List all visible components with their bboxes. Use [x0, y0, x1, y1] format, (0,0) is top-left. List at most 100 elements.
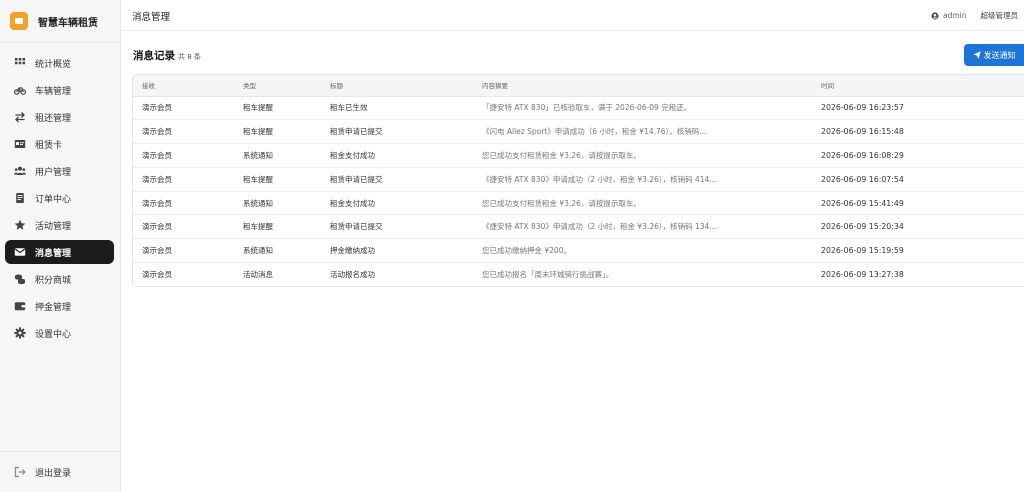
- cell-time: 2026-06-09 16:15:48: [812, 119, 1024, 145]
- table-row[interactable]: 演示会员 系统通知 租金支付成功 您已成功支付租赁租金 ¥3.26，请按提示取车…: [133, 143, 1024, 168]
- table-row[interactable]: 演示会员 租车提醒 租赁申请已提交 《闪电 Allez Sport》申请成功（6…: [133, 119, 1024, 145]
- brand-logo-icon: [10, 12, 28, 30]
- sidebar-item-label: 设置中心: [35, 329, 72, 340]
- logout-label: 退出登录: [35, 468, 72, 479]
- cell-time: 2026-06-09 16:07:54: [812, 167, 1024, 192]
- cell-type: 活动消息: [243, 270, 273, 280]
- cell-summary: 「捷安特 ATX 830」已核验取车，满于 2026-06-09 完租还。: [473, 96, 812, 121]
- cell-summary: 您已成功缴纳押金 ¥200。: [473, 238, 812, 264]
- page-title: 消息管理: [132, 12, 171, 23]
- bicycle-icon: [14, 84, 26, 96]
- record-count: 共 8 条: [178, 53, 201, 61]
- table-row[interactable]: 演示会员 系统通知 押金缴纳成功 您已成功缴纳押金 ¥200。 2026-06-…: [133, 238, 1024, 264]
- cell-summary: 《闪电 Allez Sport》申请成功（6 小时，租金 ¥14.76），核销码…: [473, 119, 812, 145]
- sidebar-item-label: 押金管理: [35, 302, 72, 313]
- cell-receiver: 演示会员: [133, 96, 234, 121]
- sidebar-item-settings[interactable]: 设置中心: [5, 321, 114, 345]
- cell-title: 租赁申请已提交: [321, 119, 473, 145]
- section-header: 消息记录 共 8 条 发送通知: [133, 44, 1024, 68]
- table-row[interactable]: 演示会员 租车提醒 租赁申请已提交 《捷安特 ATX 830》申请成功（2 小时…: [133, 167, 1024, 192]
- send-notification-button[interactable]: 发送通知: [964, 44, 1024, 66]
- sidebar-item-users[interactable]: 用户管理: [5, 159, 114, 183]
- sidebar-item-rental-return[interactable]: 租还管理: [5, 105, 114, 129]
- cell-time: 2026-06-09 15:20:34: [812, 214, 1024, 240]
- user-icon: [931, 11, 939, 20]
- user-info[interactable]: admin 超级管理员: [931, 10, 1018, 21]
- sidebar-item-rental-card[interactable]: 租赁卡: [5, 132, 114, 156]
- cell-receiver: 演示会员: [133, 143, 234, 168]
- table-row[interactable]: 演示会员 活动消息 活动报名成功 您已成功报名「周末环城骑行挑战赛」。 2026…: [133, 263, 1024, 286]
- cell-type: 租车提醒: [234, 119, 321, 145]
- sidebar-item-stats[interactable]: 统计概览: [5, 51, 114, 75]
- cell-time: 2026-06-09 13:27:38: [821, 270, 904, 280]
- cell-time: 2026-06-09 15:41:49: [812, 191, 1024, 216]
- cell-summary: 您已成功支付租赁租金 ¥3.26，请按提示取车。: [473, 191, 812, 216]
- cell-receiver: 演示会员: [133, 119, 234, 145]
- cell-title: 租金支付成功: [321, 143, 473, 168]
- sidebar-item-messages[interactable]: 消息管理: [5, 240, 114, 264]
- cell-receiver: 演示会员: [133, 238, 234, 264]
- envelope-icon: [14, 246, 26, 258]
- cell-title: 租赁申请已提交: [321, 167, 473, 192]
- section-title: 消息记录: [133, 50, 175, 62]
- cell-title: 租金支付成功: [321, 191, 473, 216]
- card-icon: [14, 138, 26, 150]
- sidebar-item-label: 消息管理: [35, 248, 72, 259]
- cell-receiver: 演示会员: [133, 167, 234, 192]
- cell-type: 系统通知: [234, 143, 321, 168]
- cell-receiver: 演示会员: [133, 191, 234, 216]
- messages-table: 接收 类型 标题 内容摘要 时间 演示会员 租车提醒 租车已生效 「捷安特 AT…: [132, 74, 1024, 287]
- cell-type: 系统通知: [234, 238, 321, 264]
- cell-receiver: 演示会员: [142, 270, 172, 280]
- brand-name: 智慧车辆租赁: [38, 17, 98, 29]
- wallet-icon: [14, 300, 26, 312]
- cell-time: 2026-06-09 15:19:59: [812, 238, 1024, 264]
- sidebar-item-label: 积分商城: [35, 275, 72, 286]
- document-icon: [14, 192, 26, 204]
- paper-plane-icon: [972, 51, 981, 59]
- cell-time: 2026-06-09 16:08:29: [812, 143, 1024, 168]
- column-header-time[interactable]: 时间: [812, 75, 1024, 97]
- sidebar-item-activities[interactable]: 活动管理: [5, 213, 114, 237]
- sidebar-item-label: 统计概览: [35, 59, 72, 70]
- sidebar-item-label: 订单中心: [35, 194, 72, 205]
- sidebar: 智慧车辆租赁 统计概览 车辆管理 租还管理 租赁卡 用户管理 订单中心 活动管理…: [0, 0, 121, 492]
- cell-type: 租车提醒: [234, 167, 321, 192]
- sidebar-item-vehicles[interactable]: 车辆管理: [5, 78, 114, 102]
- cell-summary: 您已成功报名「周末环城骑行挑战赛」。: [482, 270, 614, 280]
- cell-type: 租车提醒: [234, 214, 321, 240]
- sidebar-item-label: 活动管理: [35, 221, 72, 232]
- table-header: 接收 类型 标题 内容摘要 时间: [133, 75, 1024, 97]
- column-header-title[interactable]: 标题: [321, 75, 473, 97]
- cell-title: 租赁申请已提交: [321, 214, 473, 240]
- table-row[interactable]: 演示会员 系统通知 租金支付成功 您已成功支付租赁租金 ¥3.26，请按提示取车…: [133, 191, 1024, 216]
- table-row[interactable]: 演示会员 租车提醒 租赁申请已提交 《捷安特 ATX 830》申请成功（2 小时…: [133, 214, 1024, 240]
- column-header-type[interactable]: 类型: [234, 75, 321, 97]
- logout-button[interactable]: 退出登录: [5, 460, 114, 484]
- exchange-icon: [14, 111, 26, 123]
- column-header-summary[interactable]: 内容摘要: [473, 75, 812, 97]
- cell-title: 活动报名成功: [330, 270, 375, 280]
- send-notification-label: 发送通知: [983, 50, 1016, 60]
- username: admin: [943, 11, 967, 20]
- sidebar-item-label: 租还管理: [35, 113, 72, 124]
- sidebar-item-orders[interactable]: 订单中心: [5, 186, 114, 210]
- sidebar-item-label: 用户管理: [35, 167, 72, 178]
- gear-icon: [14, 327, 26, 339]
- cell-title: 租车已生效: [321, 96, 473, 121]
- cell-receiver: 演示会员: [133, 214, 234, 240]
- sidebar-item-label: 车辆管理: [35, 86, 72, 97]
- table-row[interactable]: 演示会员 租车提醒 租车已生效 「捷安特 ATX 830」已核验取车，满于 20…: [133, 96, 1024, 121]
- topbar: 消息管理 admin 超级管理员: [121, 0, 1024, 31]
- star-icon: [14, 219, 26, 231]
- cell-summary: 您已成功支付租赁租金 ¥3.26，请按提示取车。: [473, 143, 812, 168]
- cell-summary: 《捷安特 ATX 830》申请成功（2 小时，租金 ¥3.26），核销码 134…: [473, 214, 812, 240]
- cell-type: 系统通知: [234, 191, 321, 216]
- brand-divider: [0, 42, 120, 43]
- user-role: 超级管理员: [980, 11, 1019, 20]
- column-header-receiver[interactable]: 接收: [133, 75, 234, 97]
- users-icon: [14, 165, 26, 177]
- sidebar-item-points-mall[interactable]: 积分商城: [5, 267, 114, 291]
- sidebar-item-deposit[interactable]: 押金管理: [5, 294, 114, 318]
- cell-time: 2026-06-09 16:23:57: [812, 96, 1024, 121]
